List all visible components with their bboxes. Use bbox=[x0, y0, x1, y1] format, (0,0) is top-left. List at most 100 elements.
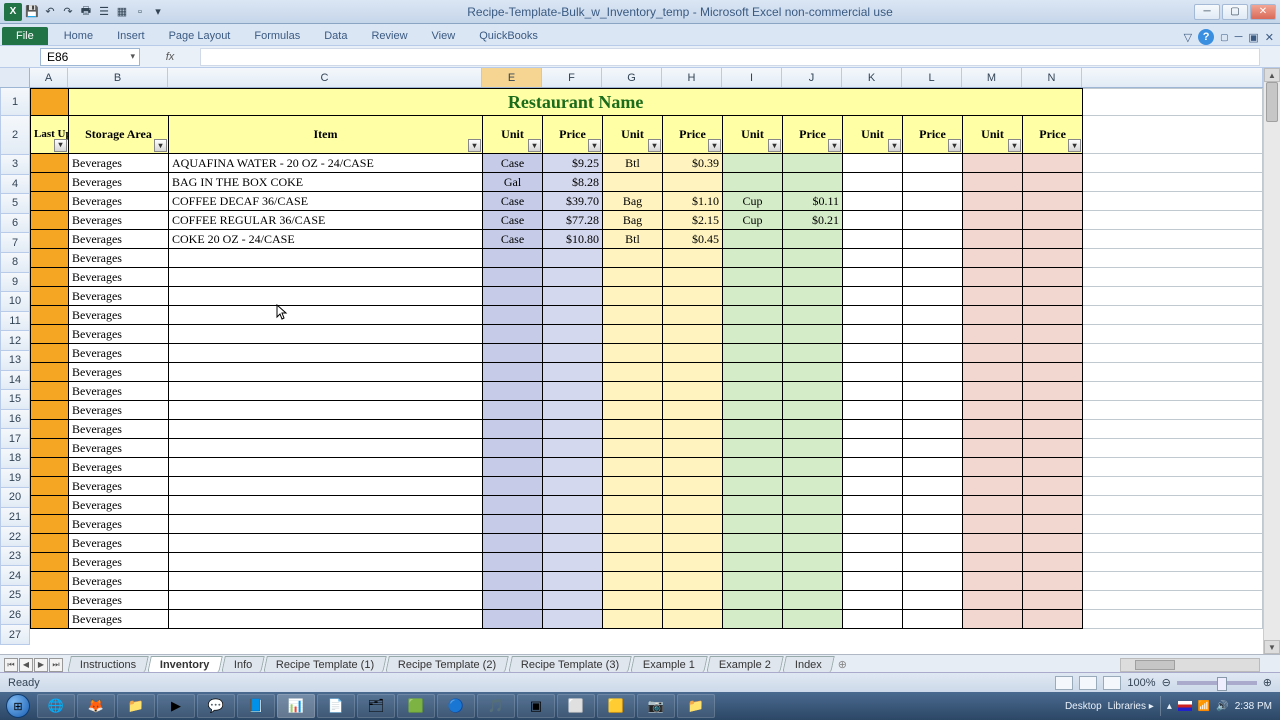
cell[interactable] bbox=[783, 401, 843, 420]
cell[interactable] bbox=[543, 458, 603, 477]
filter-icon[interactable]: ▾ bbox=[54, 139, 67, 152]
cell[interactable] bbox=[723, 287, 783, 306]
cell[interactable] bbox=[723, 363, 783, 382]
cell[interactable] bbox=[1083, 610, 1263, 629]
cell[interactable] bbox=[903, 515, 963, 534]
cell[interactable] bbox=[663, 382, 723, 401]
new-sheet-icon[interactable]: ⊕ bbox=[838, 658, 847, 671]
table-row[interactable]: BeveragesAQUAFINA WATER - 20 OZ - 24/CAS… bbox=[31, 154, 1263, 173]
taskbar-app-icon[interactable]: 📘 bbox=[237, 694, 275, 718]
table-row[interactable]: Beverages bbox=[31, 420, 1263, 439]
cell[interactable]: Beverages bbox=[69, 268, 169, 287]
cell[interactable] bbox=[483, 591, 543, 610]
taskbar-app-icon[interactable]: 📁 bbox=[677, 694, 715, 718]
column-header[interactable]: C bbox=[168, 68, 482, 87]
cell[interactable] bbox=[169, 363, 483, 382]
cell[interactable] bbox=[963, 382, 1023, 401]
cell[interactable] bbox=[903, 591, 963, 610]
cell[interactable] bbox=[603, 534, 663, 553]
ribbon-tab[interactable]: Insert bbox=[105, 27, 157, 45]
cell[interactable]: $9.25 bbox=[543, 154, 603, 173]
cell[interactable] bbox=[31, 477, 69, 496]
cell[interactable] bbox=[723, 154, 783, 173]
cell[interactable] bbox=[663, 268, 723, 287]
cell[interactable] bbox=[1083, 458, 1263, 477]
cell[interactable] bbox=[483, 477, 543, 496]
cell[interactable] bbox=[843, 306, 903, 325]
cell[interactable] bbox=[1083, 496, 1263, 515]
cell[interactable] bbox=[1023, 553, 1083, 572]
cell[interactable] bbox=[843, 477, 903, 496]
cell[interactable] bbox=[903, 344, 963, 363]
cell[interactable]: Beverages bbox=[69, 344, 169, 363]
row-header[interactable]: 17 bbox=[0, 429, 30, 449]
cell[interactable]: Beverages bbox=[69, 553, 169, 572]
cell[interactable] bbox=[543, 420, 603, 439]
cell[interactable] bbox=[483, 553, 543, 572]
cell[interactable] bbox=[843, 458, 903, 477]
row-header[interactable]: 4 bbox=[0, 175, 30, 195]
cell[interactable] bbox=[843, 287, 903, 306]
cell[interactable]: Beverages bbox=[69, 496, 169, 515]
cell[interactable]: Beverages bbox=[69, 477, 169, 496]
cell[interactable] bbox=[1083, 401, 1263, 420]
spreadsheet-grid[interactable]: Restaurant Name Last Update▾ Storage Are… bbox=[30, 88, 1263, 629]
table-row[interactable]: Beverages bbox=[31, 515, 1263, 534]
tray-libraries-label[interactable]: Libraries ▸ bbox=[1108, 701, 1154, 712]
row-header[interactable]: 12 bbox=[0, 331, 30, 351]
cell[interactable] bbox=[31, 363, 69, 382]
cell[interactable] bbox=[1023, 515, 1083, 534]
cell[interactable] bbox=[903, 401, 963, 420]
cell[interactable]: Beverages bbox=[69, 534, 169, 553]
cell[interactable] bbox=[1083, 553, 1263, 572]
cell[interactable] bbox=[543, 306, 603, 325]
cell[interactable] bbox=[483, 401, 543, 420]
taskbar-chrome-icon[interactable]: 🔵 bbox=[437, 694, 475, 718]
cell[interactable] bbox=[1023, 401, 1083, 420]
doc-minimize-icon[interactable]: ─ bbox=[1235, 31, 1243, 43]
close-button[interactable]: ✕ bbox=[1250, 4, 1276, 20]
cell[interactable] bbox=[903, 420, 963, 439]
table-row[interactable]: Beverages bbox=[31, 458, 1263, 477]
tray-volume-icon[interactable]: 🔊 bbox=[1216, 701, 1228, 712]
cell[interactable] bbox=[483, 325, 543, 344]
taskbar-app-icon[interactable]: 📷 bbox=[637, 694, 675, 718]
cell[interactable] bbox=[723, 420, 783, 439]
filter-icon[interactable]: ▾ bbox=[648, 139, 661, 152]
cell[interactable] bbox=[963, 363, 1023, 382]
cell[interactable] bbox=[963, 287, 1023, 306]
cell[interactable] bbox=[31, 249, 69, 268]
cell[interactable] bbox=[169, 515, 483, 534]
cell[interactable] bbox=[843, 363, 903, 382]
table-row[interactable]: Beverages bbox=[31, 401, 1263, 420]
cell[interactable]: COKE 20 OZ - 24/CASE bbox=[169, 230, 483, 249]
taskbar-explorer-icon[interactable]: 📁 bbox=[117, 694, 155, 718]
cell[interactable] bbox=[903, 382, 963, 401]
row-header[interactable]: 8 bbox=[0, 253, 30, 273]
scroll-down-icon[interactable]: ▼ bbox=[1264, 640, 1280, 654]
row-header[interactable]: 19 bbox=[0, 469, 30, 489]
cell[interactable] bbox=[843, 230, 903, 249]
cell[interactable] bbox=[843, 439, 903, 458]
cell[interactable] bbox=[843, 192, 903, 211]
cell[interactable] bbox=[843, 534, 903, 553]
cell[interactable] bbox=[31, 211, 69, 230]
row-header[interactable]: 11 bbox=[0, 312, 30, 332]
column-header[interactable]: N bbox=[1022, 68, 1082, 87]
save-icon[interactable]: 💾 bbox=[24, 4, 40, 20]
zoom-in-icon[interactable]: ⊕ bbox=[1263, 676, 1272, 689]
cell[interactable]: Beverages bbox=[69, 610, 169, 629]
name-box[interactable]: E86 bbox=[40, 48, 140, 66]
cell[interactable] bbox=[663, 363, 723, 382]
cell[interactable] bbox=[31, 553, 69, 572]
table-row[interactable]: Beverages bbox=[31, 553, 1263, 572]
cell[interactable] bbox=[843, 154, 903, 173]
cell[interactable] bbox=[603, 306, 663, 325]
cell[interactable] bbox=[963, 553, 1023, 572]
cell[interactable]: Beverages bbox=[69, 515, 169, 534]
cell[interactable] bbox=[783, 439, 843, 458]
cell[interactable] bbox=[903, 306, 963, 325]
cell[interactable] bbox=[483, 534, 543, 553]
cell[interactable] bbox=[663, 496, 723, 515]
cell[interactable] bbox=[963, 306, 1023, 325]
